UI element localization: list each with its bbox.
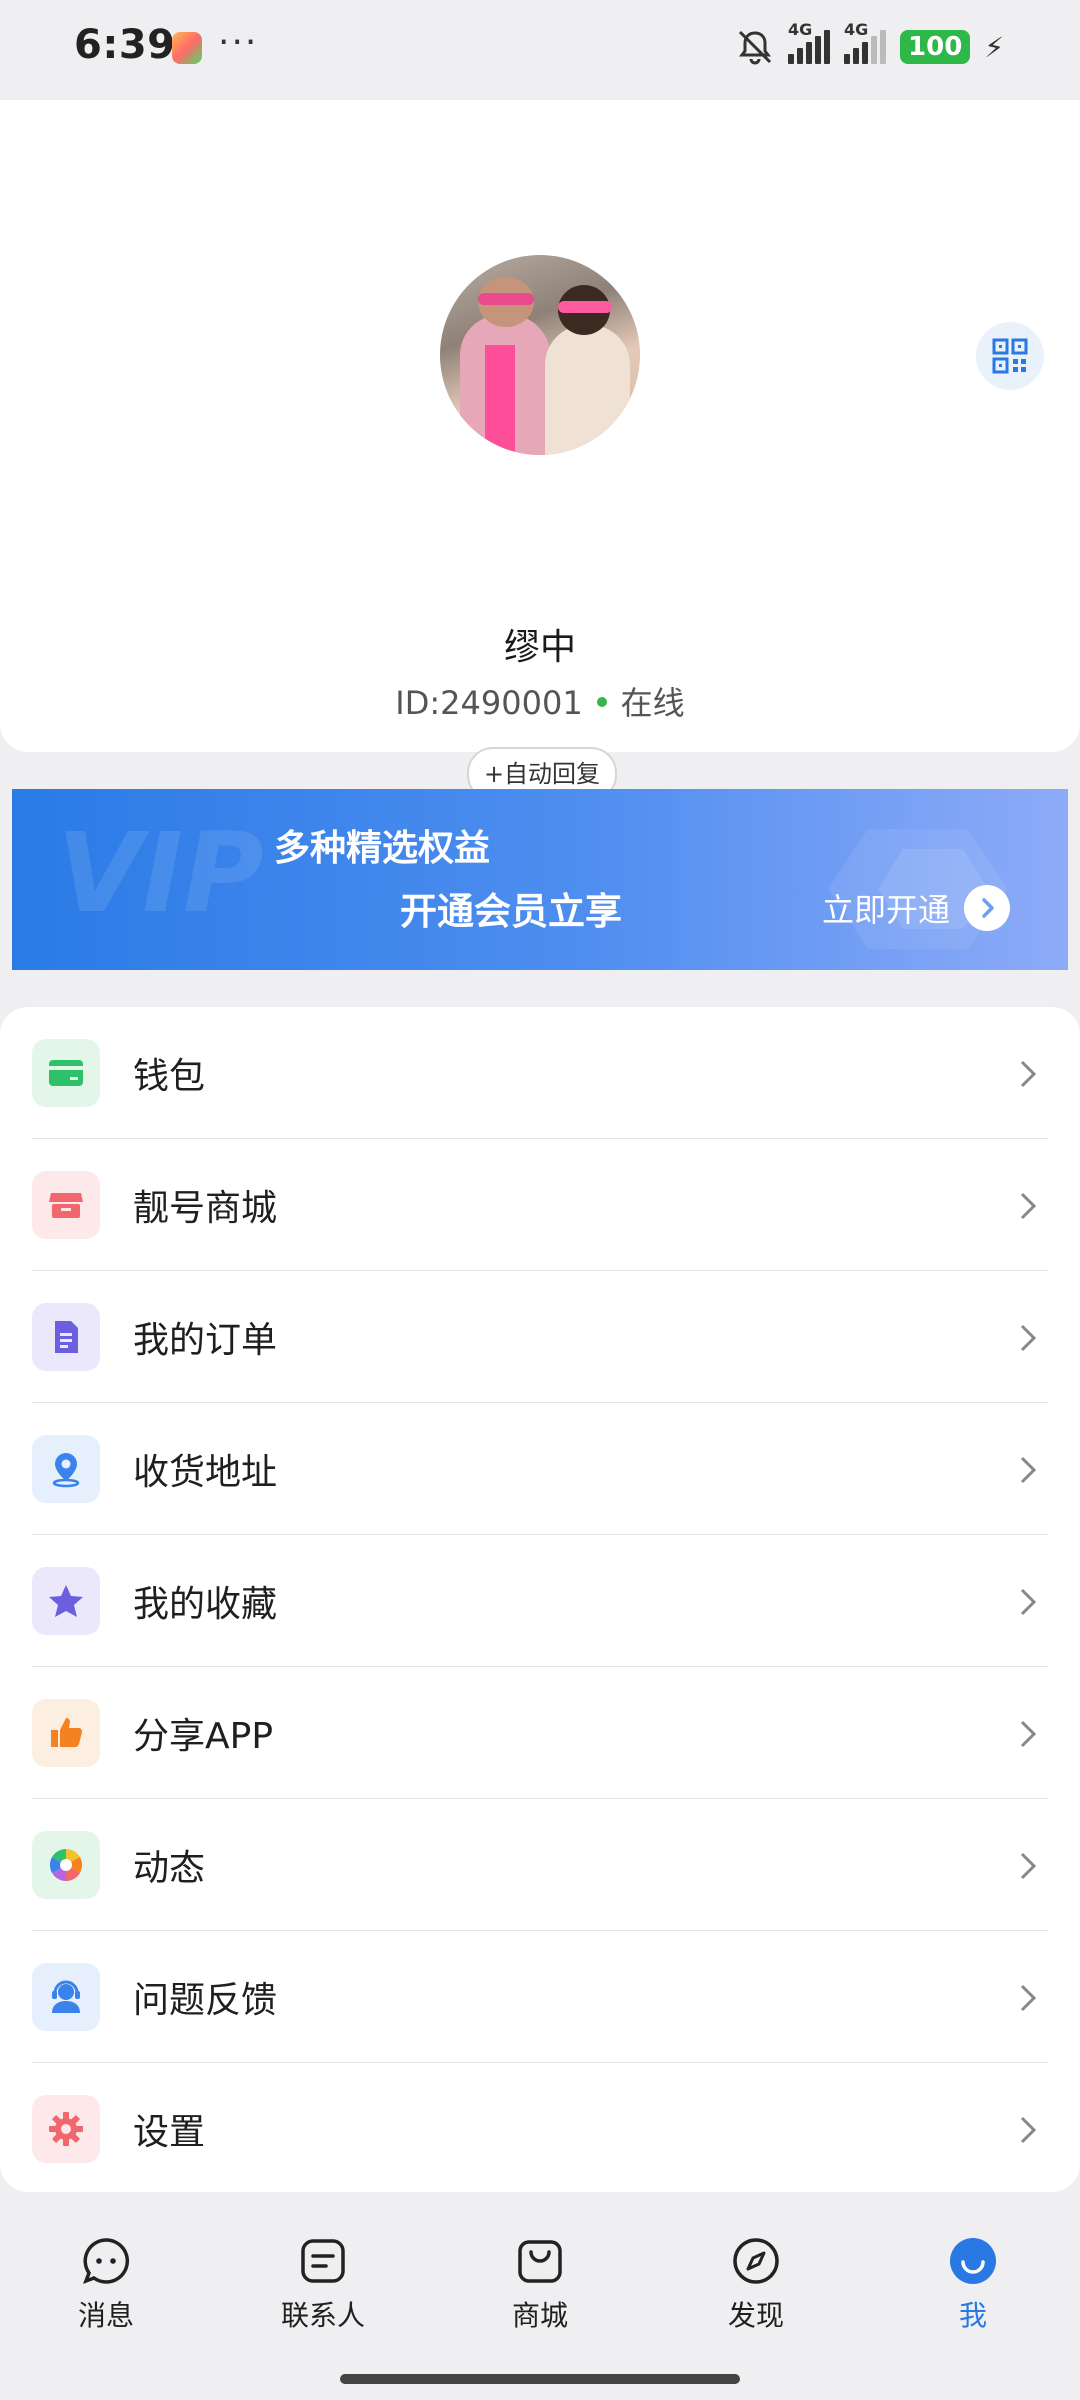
qr-code-button[interactable] bbox=[976, 322, 1044, 390]
menu-label: 我的订单 bbox=[133, 1320, 278, 1361]
nav-tab-mall[interactable]: 商城 bbox=[470, 2234, 610, 2334]
bell-muted-icon bbox=[738, 30, 772, 65]
chevron-right-icon bbox=[1020, 1852, 1037, 1880]
wallet-icon bbox=[32, 1039, 100, 1107]
nav-tab-discover[interactable]: 发现 bbox=[686, 2234, 826, 2334]
menu-item-share-app[interactable]: 分享APP bbox=[0, 1667, 1080, 1799]
vip-open-button[interactable]: 立即开通 bbox=[822, 885, 1011, 931]
nav-label: 消息 bbox=[77, 2299, 134, 2332]
qr-code-icon bbox=[992, 338, 1028, 374]
menu-item-shipping-address[interactable]: 收货地址 bbox=[0, 1403, 1080, 1535]
nav-label: 发现 bbox=[727, 2299, 784, 2332]
user-id-line: ID:2490001 在线 bbox=[0, 678, 1080, 724]
vip-banner[interactable]: VIP 多种精选权益 开通会员立享 立即开通 bbox=[12, 789, 1068, 970]
chevron-right-icon bbox=[1020, 1588, 1037, 1616]
menu-label: 收货地址 bbox=[133, 1452, 278, 1493]
menu-label: 分享APP bbox=[133, 1716, 274, 1757]
app-notification-icon bbox=[172, 32, 202, 64]
contacts-icon bbox=[296, 2234, 350, 2288]
status-bar: 6:39 ··· 4G 4G 100 ⚡ bbox=[0, 0, 1080, 100]
nav-tab-messages[interactable]: 消息 bbox=[36, 2234, 176, 2334]
nav-label: 我 bbox=[958, 2299, 987, 2332]
chevron-right-icon bbox=[1020, 1984, 1037, 2012]
online-status-dot bbox=[596, 697, 607, 707]
menu-label: 我的收藏 bbox=[133, 1584, 278, 1625]
online-status: 在线 bbox=[620, 684, 685, 722]
menu-item-number-store[interactable]: 靓号商城 bbox=[0, 1139, 1080, 1271]
username: 缪中 bbox=[503, 627, 576, 668]
menu-label: 设置 bbox=[133, 2112, 206, 2153]
menu-item-wallet[interactable]: 钱包 bbox=[0, 1007, 1080, 1139]
signal-1-icon: 4G bbox=[788, 20, 831, 64]
shopping-bag-icon bbox=[513, 2234, 567, 2288]
profile-card: 缪中 ID:2490001 在线 +自动回复 bbox=[0, 100, 1080, 801]
menu-label: 动态 bbox=[133, 1848, 206, 1889]
chevron-right-icon bbox=[1020, 1456, 1037, 1484]
nav-label: 商城 bbox=[511, 2299, 568, 2332]
chevron-right-icon bbox=[1020, 1192, 1037, 1220]
menu-item-my-orders[interactable]: 我的订单 bbox=[0, 1271, 1080, 1403]
more-notifications-icon: ··· bbox=[218, 22, 259, 63]
menu-list: 钱包 靓号商城 我的订单 收货地址 我的收藏 分享APP 动态 问题反馈 设置 bbox=[0, 1007, 1080, 2192]
menu-item-settings[interactable]: 设置 bbox=[0, 2063, 1080, 2195]
battery-icon: 100 bbox=[900, 30, 971, 64]
aperture-icon bbox=[32, 1831, 100, 1899]
menu-item-feedback[interactable]: 问题反馈 bbox=[0, 1931, 1080, 2063]
signal-2-icon: 4G bbox=[844, 20, 887, 64]
status-indicators: 4G 4G 100 ⚡ bbox=[736, 20, 1004, 66]
location-pin-icon bbox=[32, 1435, 100, 1503]
vip-watermark: VIP bbox=[57, 809, 264, 937]
vip-headline: 多种精选权益 bbox=[274, 828, 491, 869]
support-agent-icon bbox=[32, 1963, 100, 2031]
menu-label: 问题反馈 bbox=[133, 1980, 278, 2021]
network-type-2: 4G bbox=[844, 20, 869, 39]
nav-tab-me[interactable]: 我 bbox=[903, 2234, 1043, 2334]
home-indicator[interactable] bbox=[340, 2374, 740, 2384]
star-icon bbox=[32, 1567, 100, 1635]
chevron-right-icon bbox=[1020, 1324, 1037, 1352]
menu-label: 靓号商城 bbox=[133, 1188, 278, 1229]
chevron-right-icon bbox=[1020, 1720, 1037, 1748]
store-icon bbox=[32, 1171, 100, 1239]
nav-tab-contacts[interactable]: 联系人 bbox=[253, 2234, 393, 2334]
thumbs-up-icon bbox=[32, 1699, 100, 1767]
charging-icon: ⚡ bbox=[984, 30, 1004, 64]
menu-label: 钱包 bbox=[133, 1056, 206, 1097]
menu-item-moments[interactable]: 动态 bbox=[0, 1799, 1080, 1931]
order-document-icon bbox=[32, 1303, 100, 1371]
chat-bubble-icon bbox=[79, 2234, 133, 2288]
chevron-right-icon bbox=[1020, 1060, 1037, 1088]
me-smile-icon bbox=[946, 2234, 1000, 2288]
nav-label: 联系人 bbox=[280, 2299, 365, 2332]
network-type-1: 4G bbox=[788, 20, 813, 39]
user-id: ID:2490001 bbox=[395, 684, 583, 722]
gear-icon bbox=[32, 2095, 100, 2163]
menu-item-favorites[interactable]: 我的收藏 bbox=[0, 1535, 1080, 1667]
bottom-navigation: 消息 联系人 商城 发现 我 bbox=[0, 2192, 1080, 2400]
avatar[interactable] bbox=[440, 255, 640, 455]
status-time: 6:39 bbox=[74, 22, 176, 68]
vip-open-label: 立即开通 bbox=[822, 891, 951, 929]
vip-subheadline: 开通会员立享 bbox=[400, 890, 622, 933]
chevron-right-icon bbox=[1020, 2116, 1037, 2144]
compass-icon bbox=[729, 2234, 783, 2288]
chevron-right-circle-icon bbox=[964, 885, 1011, 931]
